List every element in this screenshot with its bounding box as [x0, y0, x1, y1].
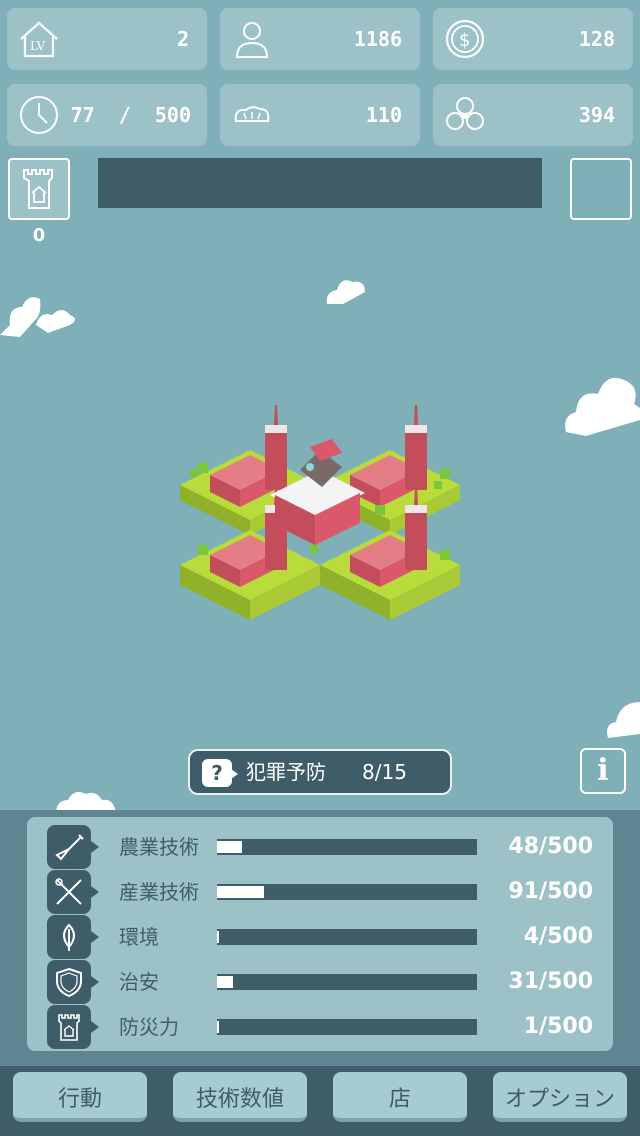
person-icon	[235, 22, 269, 58]
biohazard-icon	[446, 97, 484, 130]
cloud	[0, 297, 75, 337]
message-bar	[98, 158, 542, 208]
time-card: 77 / 500	[7, 84, 207, 146]
tech-progress-bar	[217, 929, 477, 945]
tech-panel: 農業技術 48/500 産業技術 91/500 環境 4/500 治安 31/5…	[27, 817, 613, 1051]
bread-icon	[234, 106, 270, 122]
tower-icon	[58, 1014, 80, 1041]
pollution-card: 394	[433, 84, 633, 146]
clock-icon	[20, 96, 58, 134]
tech-label: 治安	[119, 970, 159, 994]
svg-text:$: $	[459, 30, 470, 51]
shield-icon	[56, 967, 82, 998]
cloud	[326, 280, 365, 304]
mission-indicator[interactable]: ? 犯罪予防 8/15	[188, 749, 452, 795]
money-value: 128	[578, 27, 615, 51]
tech-row-environment: 環境 4/500	[27, 915, 613, 959]
tech-value: 48/500	[508, 834, 593, 859]
tab-options[interactable]: オプション	[493, 1072, 627, 1122]
city-island	[180, 405, 460, 620]
tech-value: 4/500	[523, 924, 593, 949]
tech-progress-fill	[217, 841, 242, 853]
tech-label: 防災力	[119, 1015, 179, 1039]
tech-progress-bar	[217, 1019, 477, 1035]
tools-icon	[55, 878, 82, 905]
info-button[interactable]: i	[580, 748, 626, 794]
tech-value: 91/500	[508, 879, 593, 904]
tech-label: 農業技術	[119, 835, 199, 859]
time-value: 77 / 500	[70, 103, 191, 127]
tech-row-industry: 産業技術 91/500	[27, 870, 613, 914]
active-tab-indicator	[229, 1054, 251, 1066]
level-card: LV 2	[7, 8, 207, 70]
help-icon[interactable]: ?	[202, 759, 232, 787]
pollution-value: 394	[578, 103, 615, 127]
mission-progress: 8/15	[362, 760, 407, 784]
tech-value: 31/500	[508, 969, 593, 994]
money-card: $ 128	[433, 8, 633, 70]
level-value: 2	[176, 27, 189, 51]
tab-tech-values[interactable]: 技術数値	[173, 1072, 307, 1122]
level-house-icon: LV	[20, 21, 58, 58]
mission-name: 犯罪予防	[246, 760, 326, 784]
tower-icon	[23, 169, 53, 209]
tech-value: 1/500	[523, 1014, 593, 1039]
tab-shop[interactable]: 店	[333, 1072, 467, 1122]
population-card: 1186	[220, 8, 420, 70]
tech-progress-fill	[217, 931, 219, 943]
tech-progress-bar	[217, 884, 477, 900]
tech-label: 環境	[119, 925, 159, 949]
population-value: 1186	[353, 27, 402, 51]
food-value: 110	[365, 103, 402, 127]
tech-row-security: 治安 31/500	[27, 960, 613, 1004]
disaster-tower-button[interactable]	[8, 158, 70, 220]
tech-row-agriculture: 農業技術 48/500	[27, 825, 613, 869]
tech-progress-fill	[217, 976, 233, 988]
tower-count: 0	[32, 225, 46, 246]
empty-slot-button[interactable]	[570, 158, 632, 220]
tech-label: 産業技術	[119, 880, 199, 904]
tech-progress-bar	[217, 839, 477, 855]
svg-text:LV: LV	[30, 39, 46, 53]
tech-progress-fill	[217, 1021, 219, 1033]
shovel-icon	[55, 834, 84, 861]
cloud	[607, 702, 640, 738]
tab-action[interactable]: 行動	[13, 1072, 147, 1122]
leaf-icon	[63, 923, 75, 951]
food-card: 110	[220, 84, 420, 146]
tech-row-disaster-prevention: 防災力 1/500	[27, 1005, 613, 1049]
coin-icon: $	[445, 19, 485, 59]
pointer-icon	[231, 769, 238, 779]
tech-progress-bar	[217, 974, 477, 990]
cloud	[565, 377, 640, 436]
tech-progress-fill	[217, 886, 264, 898]
